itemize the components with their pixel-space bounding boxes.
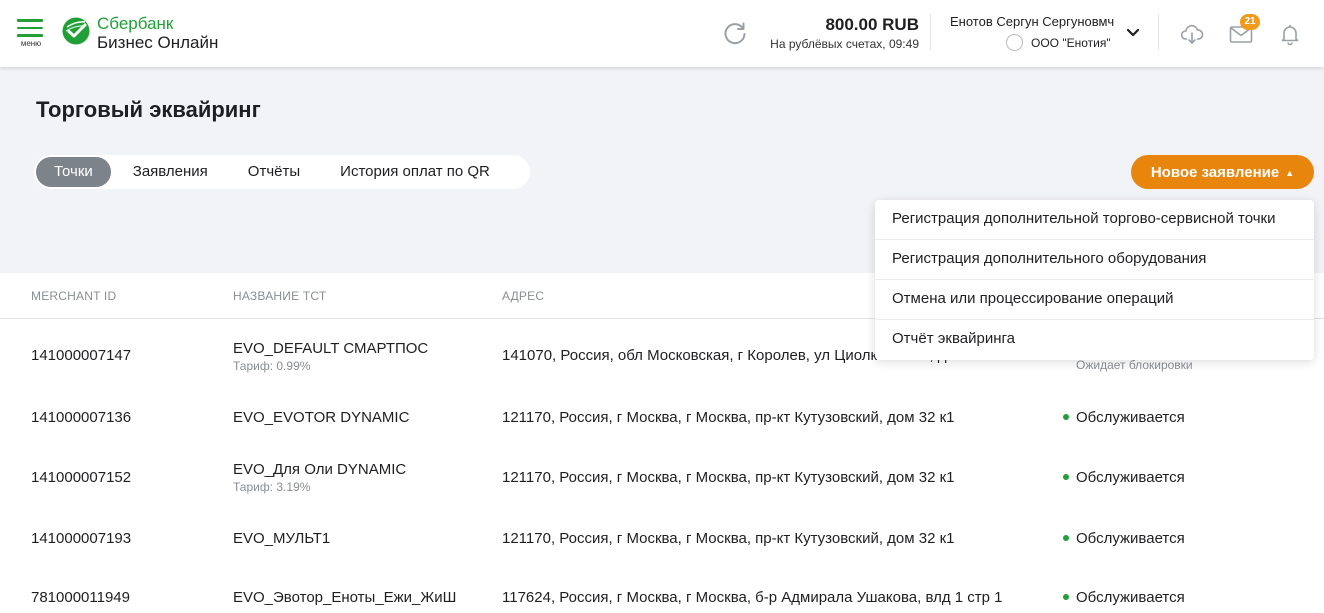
new-application-dropdown: Регистрация дополнительной торгово-серви… xyxy=(875,200,1314,360)
notifications-badge: 21 xyxy=(1240,14,1260,30)
tariff: Тариф: 3.19% xyxy=(233,480,311,494)
tst-name: EVO_DEFAULT СМАРТПОС xyxy=(233,340,429,357)
status: Обслуживается xyxy=(1076,530,1185,547)
merchant-id: 141000007193 xyxy=(31,530,132,547)
new-application-button[interactable]: Новое заявление ▲ xyxy=(1131,155,1314,189)
table-row[interactable]: 141000007193 EVO_МУЛЬТ1 121170, Россия, … xyxy=(0,509,1324,569)
cloud-download-icon[interactable] xyxy=(1180,22,1204,46)
status-subtitle: Ожидает блокировки xyxy=(1076,358,1193,372)
tst-name: EVO_МУЛЬТ1 xyxy=(233,530,331,547)
hamburger-icon xyxy=(17,19,43,22)
status-dot-icon xyxy=(1063,474,1069,480)
merchant-id: 141000007152 xyxy=(31,469,132,486)
tariff: Тариф: 0.99% xyxy=(233,359,311,373)
tab-points[interactable]: Точки xyxy=(36,157,111,187)
address: 121170, Россия, г Москва, г Москва, пр-к… xyxy=(502,469,955,486)
hamburger-bar xyxy=(17,34,43,37)
status: Обслуживается xyxy=(1076,409,1185,426)
balance-amount: 800.00 RUB xyxy=(825,15,919,34)
balance-block: 800.00 RUB На рублёвых счетах, 09:49 xyxy=(750,15,919,51)
bell-icon[interactable] xyxy=(1278,22,1302,46)
column-tst-name[interactable]: НАЗВАНИЕ ТСТ xyxy=(233,289,326,303)
tst-name: EVO_Эвотор_Еноты_Ежи_ЖиШ xyxy=(233,589,457,606)
merchant-id: 141000007147 xyxy=(31,347,132,364)
status: Обслуживается xyxy=(1076,589,1185,606)
caret-up-icon: ▲ xyxy=(1285,167,1295,178)
app-header: меню Сбербанк Бизнес Онлайн 800.00 RUB Н… xyxy=(0,0,1324,67)
column-merchant-id[interactable]: MERCHANT ID xyxy=(31,289,116,303)
status-dot-icon xyxy=(1063,414,1069,420)
user-block[interactable]: Енотов Сергун Сергуновмч ООО "Енотия" xyxy=(950,14,1120,52)
table-row[interactable]: 141000007152 EVO_Для Оли DYNAMIC Тариф: … xyxy=(0,448,1324,508)
menu-label: меню xyxy=(20,39,42,48)
balance-subtitle: На рублёвых счетах, 09:49 xyxy=(770,37,919,51)
brand-line2: Бизнес Онлайн xyxy=(97,33,219,52)
user-name: Енотов Сергун Сергуновмч xyxy=(950,14,1115,29)
header-divider xyxy=(930,14,931,50)
status: Обслуживается xyxy=(1076,469,1185,486)
table-row[interactable]: 141000007136 EVO_EVOTOR DYNAMIC 121170, … xyxy=(0,388,1324,448)
merchant-id: 141000007136 xyxy=(31,409,132,426)
address: 117624, Россия, г Москва, г Москва, б-р … xyxy=(502,589,1003,606)
tab-applications[interactable]: Заявления xyxy=(115,157,226,187)
tab-reports[interactable]: Отчёты xyxy=(230,157,318,187)
status-dot-icon xyxy=(1063,535,1069,541)
menu-item-acquiring-report[interactable]: Отчёт эквайринга xyxy=(875,320,1314,360)
tst-name: EVO_EVOTOR DYNAMIC xyxy=(233,409,410,426)
chevron-down-icon[interactable] xyxy=(1126,28,1140,38)
sberbank-logo[interactable] xyxy=(61,16,91,46)
tst-name: EVO_Для Оли DYNAMIC xyxy=(233,461,407,478)
hamburger-bar xyxy=(17,26,43,29)
merchant-id: 781000011949 xyxy=(31,589,130,606)
status-dot-icon xyxy=(1063,594,1069,600)
org-name: ООО "Енотия" xyxy=(1031,35,1111,50)
column-address[interactable]: АДРЕС xyxy=(502,289,544,303)
org-avatar-icon xyxy=(1006,34,1023,52)
table-row[interactable]: 781000011949 EVO_Эвотор_Еноты_Ежи_ЖиШ 11… xyxy=(0,569,1324,613)
brand-line1: Сбербанк xyxy=(97,14,174,33)
menu-item-cancel-operations[interactable]: Отмена или процессирование операций xyxy=(875,280,1314,320)
refresh-icon[interactable] xyxy=(722,20,748,46)
org-row: ООО "Енотия" xyxy=(1006,34,1111,52)
tab-qr-history[interactable]: История оплат по QR xyxy=(322,157,508,187)
tabs-bar: Точки Заявления Отчёты История оплат по … xyxy=(34,155,530,189)
header-divider xyxy=(1158,14,1159,50)
address: 121170, Россия, г Москва, г Москва, пр-к… xyxy=(502,530,955,547)
brand-name[interactable]: Сбербанк Бизнес Онлайн xyxy=(97,14,218,52)
menu-item-register-point[interactable]: Регистрация дополнительной торгово-серви… xyxy=(875,200,1314,240)
new-application-label: Новое заявление xyxy=(1150,163,1280,181)
address: 121170, Россия, г Москва, г Москва, пр-к… xyxy=(502,409,955,426)
menu-button[interactable]: меню xyxy=(17,19,45,48)
menu-item-register-equipment[interactable]: Регистрация дополнительного оборудования xyxy=(875,240,1314,280)
page-title: Торговый эквайринг xyxy=(36,97,261,122)
